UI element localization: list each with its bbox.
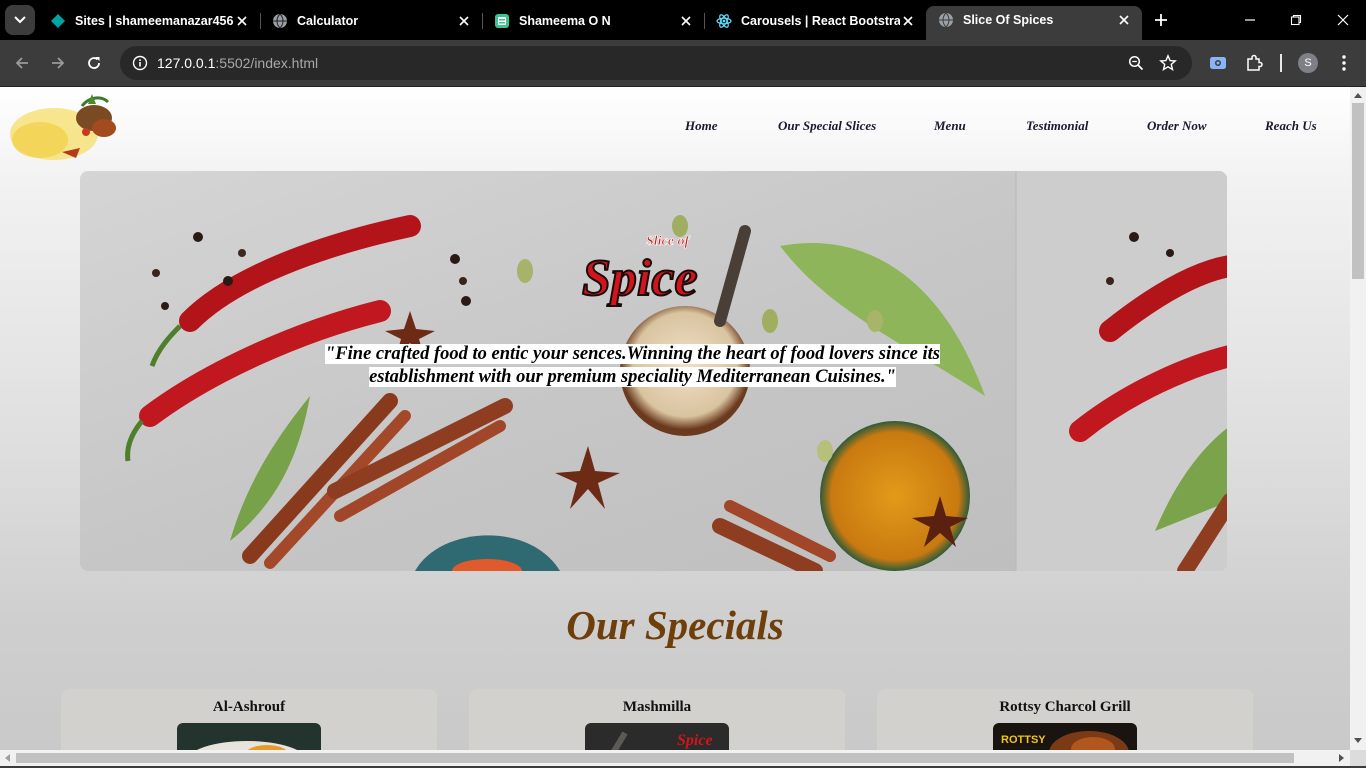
special-card[interactable]: Rottsy Charcol Grill ROTTSY <box>877 689 1253 750</box>
restore-button[interactable] <box>1286 10 1306 30</box>
minimize-icon <box>1245 19 1255 21</box>
dish-image <box>177 723 321 750</box>
hero-carousel[interactable]: Slice of Spice "Fine crafted food to ent… <box>80 171 1227 571</box>
bookmark-star-icon[interactable] <box>1158 53 1178 73</box>
tab-title: Carousels | React Bootstrap <box>741 13 900 28</box>
scrollbar-thumb[interactable] <box>1352 103 1364 279</box>
chevron-down-icon <box>14 16 26 24</box>
card-title: Al-Ashrouf <box>212 699 286 715</box>
scroll-right-arrow-icon[interactable] <box>1339 754 1344 762</box>
close-icon[interactable] <box>1116 12 1132 28</box>
screencast-icon[interactable] <box>1207 52 1229 74</box>
tab-calculator[interactable]: Calculator <box>260 7 483 34</box>
minimize-button[interactable] <box>1240 10 1260 30</box>
close-icon[interactable] <box>900 13 916 29</box>
tab-strip: Sites | shameemanazar456 | Calculator Sh… <box>0 0 1366 40</box>
tab-title: Sites | shameemanazar456 | <box>75 13 234 28</box>
scroll-up-arrow-icon[interactable] <box>1354 93 1362 98</box>
nav-reach-us[interactable]: Reach Us <box>1265 118 1317 134</box>
close-icon[interactable] <box>678 13 694 29</box>
nav-order-now[interactable]: Order Now <box>1147 118 1207 134</box>
dish-image: ROTTSY <box>993 723 1137 750</box>
arrow-right-icon <box>52 57 65 69</box>
logo-image <box>10 94 116 160</box>
reload-icon <box>88 57 100 69</box>
tab-slice-of-spices[interactable]: Slice Of Spices <box>926 6 1142 40</box>
vertical-scrollbar[interactable] <box>1350 87 1366 750</box>
extensions-puzzle-icon[interactable] <box>1243 52 1265 74</box>
svg-text:ROTTSY: ROTTSY <box>1001 734 1046 746</box>
card-title: Mashmilla <box>622 699 692 715</box>
close-icon[interactable] <box>456 13 472 29</box>
tab-shameema[interactable]: Shameema O N <box>482 7 705 34</box>
tab-title: Shameema O N <box>519 13 611 28</box>
horizontal-scrollbar[interactable] <box>0 750 1350 766</box>
restore-icon <box>1290 14 1302 26</box>
tab-title: Calculator <box>297 13 359 28</box>
google-sites-icon <box>50 13 66 29</box>
specials-heading: Our Specials <box>566 602 784 648</box>
nav-testimonial[interactable]: Testimonial <box>1026 118 1088 134</box>
profile-avatar[interactable]: S <box>1298 53 1318 73</box>
site-info-icon[interactable] <box>128 51 152 75</box>
globe-icon <box>938 12 954 28</box>
globe-icon <box>272 13 288 29</box>
tab-carousels[interactable]: Carousels | React Bootstrap <box>704 7 926 34</box>
scrollbar-corner <box>1350 750 1366 766</box>
close-icon[interactable] <box>234 13 250 29</box>
page-viewport: Home Our Special Slices Menu Testimonial… <box>0 87 1350 750</box>
nav-special-slices[interactable]: Our Special Slices <box>778 118 876 134</box>
site-logo[interactable] <box>2 92 120 166</box>
forward-button[interactable] <box>46 51 70 75</box>
address-bar[interactable]: 127.0.0.1:5502/index.html <box>120 46 1192 80</box>
scroll-down-arrow-icon[interactable] <box>1354 738 1362 743</box>
scroll-left-arrow-icon[interactable] <box>5 754 10 762</box>
svg-text:Slice of: Slice of <box>646 234 690 249</box>
card-title: Rottsy Charcol Grill <box>999 699 1131 715</box>
zoom-icon[interactable] <box>1126 53 1146 73</box>
react-icon <box>716 13 732 29</box>
plus-icon <box>1155 14 1167 26</box>
scrollbar-thumb[interactable] <box>16 753 1294 763</box>
back-button[interactable] <box>10 51 34 75</box>
tab-sites[interactable]: Sites | shameemanazar456 | <box>38 7 261 34</box>
hero-quote: "Fine crafted food to entic your sences.… <box>325 344 940 387</box>
menu-kebab-icon[interactable] <box>1333 52 1355 74</box>
browser-toolbar: 127.0.0.1:5502/index.html S <box>0 40 1366 86</box>
special-card[interactable]: Al-Ashrouf <box>61 689 437 750</box>
window-close-button[interactable] <box>1333 10 1353 30</box>
tab-title: Slice Of Spices <box>963 13 1054 27</box>
reload-button[interactable] <box>82 51 106 75</box>
url-text: 127.0.0.1:5502/index.html <box>157 55 319 71</box>
special-card[interactable]: Mashmilla Spice <box>469 689 845 750</box>
tab-search-button[interactable] <box>5 5 35 35</box>
hero-brand-logo: Slice of Spice <box>581 234 699 308</box>
arrow-left-icon <box>15 57 28 69</box>
svg-text:Spice: Spice <box>677 732 713 749</box>
new-tab-button[interactable] <box>1149 8 1173 32</box>
document-icon <box>494 13 510 29</box>
svg-text:Spice: Spice <box>582 250 698 307</box>
dish-image: Spice <box>585 723 729 750</box>
toolbar-separator <box>1280 54 1282 72</box>
nav-home[interactable]: Home <box>685 118 718 134</box>
nav-menu[interactable]: Menu <box>934 118 966 134</box>
close-icon <box>1337 14 1349 26</box>
